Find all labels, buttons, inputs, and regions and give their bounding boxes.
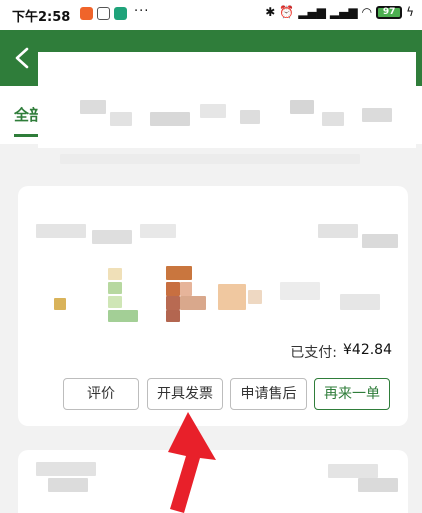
annotation-arrow-icon (168, 412, 216, 513)
product-thumbnail (108, 268, 122, 280)
pixelated-block (36, 224, 86, 238)
status-bar: 下午2:58 ··· ✱ ⏰ ▂▄▆ ▂▄▆ ◠ 97 ϟ (0, 0, 422, 30)
pixelated-block (240, 110, 260, 124)
notification-app-icon (97, 7, 110, 20)
product-thumbnail (180, 282, 192, 296)
signal-icon: ▂▄▆ (329, 5, 358, 19)
product-thumbnail (108, 296, 122, 308)
pixelated-block (140, 224, 176, 238)
product-thumbnail (166, 310, 180, 322)
pixelated-block (48, 478, 88, 492)
reorder-button[interactable]: 再来一单 (314, 378, 390, 410)
pixelated-block (322, 112, 344, 126)
alarm-icon: ⏰ (279, 5, 295, 19)
bluetooth-icon: ✱ (265, 5, 276, 19)
product-thumbnail (218, 284, 246, 310)
pixelated-block (318, 224, 358, 238)
pixelated-block (60, 154, 360, 164)
notification-app-icon (114, 7, 127, 20)
product-thumbnail (180, 296, 206, 310)
more-notifications-icon: ··· (134, 4, 150, 19)
pixelated-block (80, 100, 106, 114)
paid-label: 已支付: (290, 345, 337, 361)
issue-invoice-button[interactable]: 开具发票 (147, 378, 223, 410)
signal-icon: ▂▄▆ (298, 5, 326, 19)
after-sales-button[interactable]: 申请售后 (230, 378, 307, 410)
product-thumbnail (248, 290, 262, 304)
pixelated-block (280, 282, 320, 300)
pixelated-block (36, 462, 96, 476)
pixelated-block (290, 100, 314, 114)
wifi-icon: ◠ (361, 5, 373, 19)
order-card[interactable]: 已支付: ¥42.84 评价 开具发票 申请售后 再来一单 (18, 186, 408, 426)
battery-icon: 97 (376, 5, 403, 19)
charging-icon: ϟ (406, 5, 414, 19)
pixelated-block (328, 464, 378, 478)
status-indicators: ✱ ⏰ ▂▄▆ ▂▄▆ ◠ 97 ϟ (265, 5, 414, 19)
review-button[interactable]: 评价 (63, 378, 139, 410)
pixelated-block (150, 112, 190, 126)
notification-app-icon (80, 7, 93, 20)
paid-amount: ¥42.84 (343, 342, 392, 358)
pixelated-block (340, 294, 380, 310)
status-time: 下午2:58 (12, 10, 71, 25)
pixelated-block (92, 230, 132, 244)
pixelated-block (362, 108, 392, 122)
product-thumbnail (54, 298, 66, 310)
product-thumbnail (166, 296, 180, 310)
back-arrow-icon[interactable] (12, 47, 34, 69)
filter-tab-indicator (14, 134, 40, 137)
pixelated-block (362, 234, 398, 248)
product-thumbnail (108, 310, 138, 322)
pixelated-block (110, 112, 132, 126)
paid-summary: 已支付: ¥42.84 (290, 342, 392, 362)
product-thumbnail (108, 282, 122, 294)
product-thumbnail (166, 282, 180, 296)
pixelated-block (200, 104, 226, 118)
product-thumbnail (166, 266, 192, 280)
pixelated-block (358, 478, 398, 492)
